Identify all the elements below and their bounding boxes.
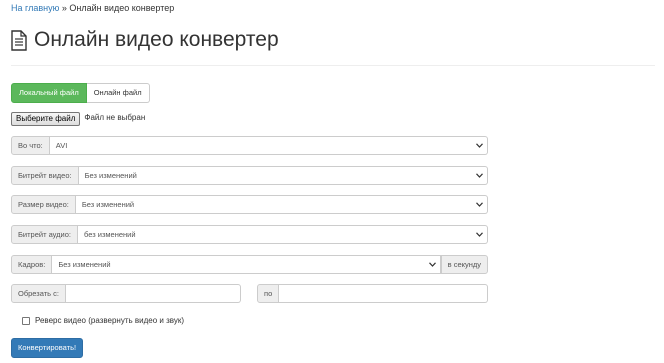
reverse-label[interactable]: Реверс видео (развернуть видео и звук) (35, 316, 184, 325)
audio-bitrate-group: Битрейт аудио: без изменений (11, 225, 488, 244)
file-picker: Выберите файл Файл не выбран (11, 112, 145, 126)
frames-value: Без изменений (58, 260, 111, 269)
breadcrumb: На главную » Онлайн видео конвертер (11, 2, 174, 14)
chevron-down-icon (476, 173, 483, 178)
video-bitrate-value: Без изменений (84, 171, 137, 180)
reverse-option: Реверс видео (развернуть видео и звук) (22, 316, 184, 325)
format-select[interactable]: AVI (49, 136, 488, 155)
trim-from-label: Обрезать с: (11, 284, 67, 303)
trim-group: Обрезать с: по (11, 284, 488, 303)
video-size-value: Без изменений (81, 200, 135, 209)
video-size-label: Размер видео: (11, 195, 76, 214)
chevron-down-icon (476, 232, 483, 237)
format-group: Во что: AVI (11, 136, 488, 155)
page: На главную » Онлайн видео конвертер Онла… (0, 0, 664, 363)
document-icon (11, 29, 27, 51)
chevron-down-icon (428, 262, 436, 267)
frames-group: Кадров: Без изменений в секунду (11, 255, 488, 274)
audio-bitrate-value: без изменений (84, 230, 136, 239)
trim-to-label: по (257, 284, 280, 303)
page-header: Онлайн видео конвертер (11, 27, 279, 53)
title-divider (11, 65, 655, 66)
chevron-down-icon (476, 143, 483, 148)
source-tabs: Локальный файл Онлайн файл (11, 83, 150, 103)
audio-bitrate-label: Битрейт аудио: (11, 225, 79, 244)
convert-button[interactable]: Конвертировать! (11, 338, 84, 358)
reverse-checkbox[interactable] (22, 316, 30, 325)
tab-local-file[interactable]: Локальный файл (11, 83, 87, 103)
breadcrumb-current: Онлайн видео конвертер (69, 3, 175, 13)
video-bitrate-label: Битрейт видео: (11, 166, 79, 185)
trim-from-input[interactable] (66, 284, 242, 303)
video-size-select[interactable]: Без изменений (75, 195, 488, 214)
breadcrumb-separator: » (61, 3, 67, 13)
frames-label: Кадров: (11, 255, 53, 274)
video-bitrate-select[interactable]: Без изменений (78, 166, 488, 185)
chevron-down-icon (476, 202, 483, 207)
video-size-group: Размер видео: Без изменений (11, 195, 488, 214)
choose-file-button[interactable]: Выберите файл (11, 112, 81, 126)
tab-online-file[interactable]: Онлайн файл (86, 83, 150, 103)
frames-select[interactable]: Без изменений (52, 255, 441, 274)
format-value: AVI (55, 141, 68, 150)
video-bitrate-group: Битрейт видео: Без изменений (11, 166, 488, 185)
frames-suffix: в секунду (440, 255, 488, 274)
audio-bitrate-select[interactable]: без изменений (78, 225, 488, 244)
file-status: Файл не выбран (84, 112, 146, 122)
trim-to-input[interactable] (279, 284, 488, 303)
trim-spacer (241, 284, 257, 303)
page-title: Онлайн видео конвертер (34, 28, 279, 51)
format-label: Во что: (11, 136, 50, 155)
breadcrumb-home-link[interactable]: На главную (11, 3, 59, 13)
